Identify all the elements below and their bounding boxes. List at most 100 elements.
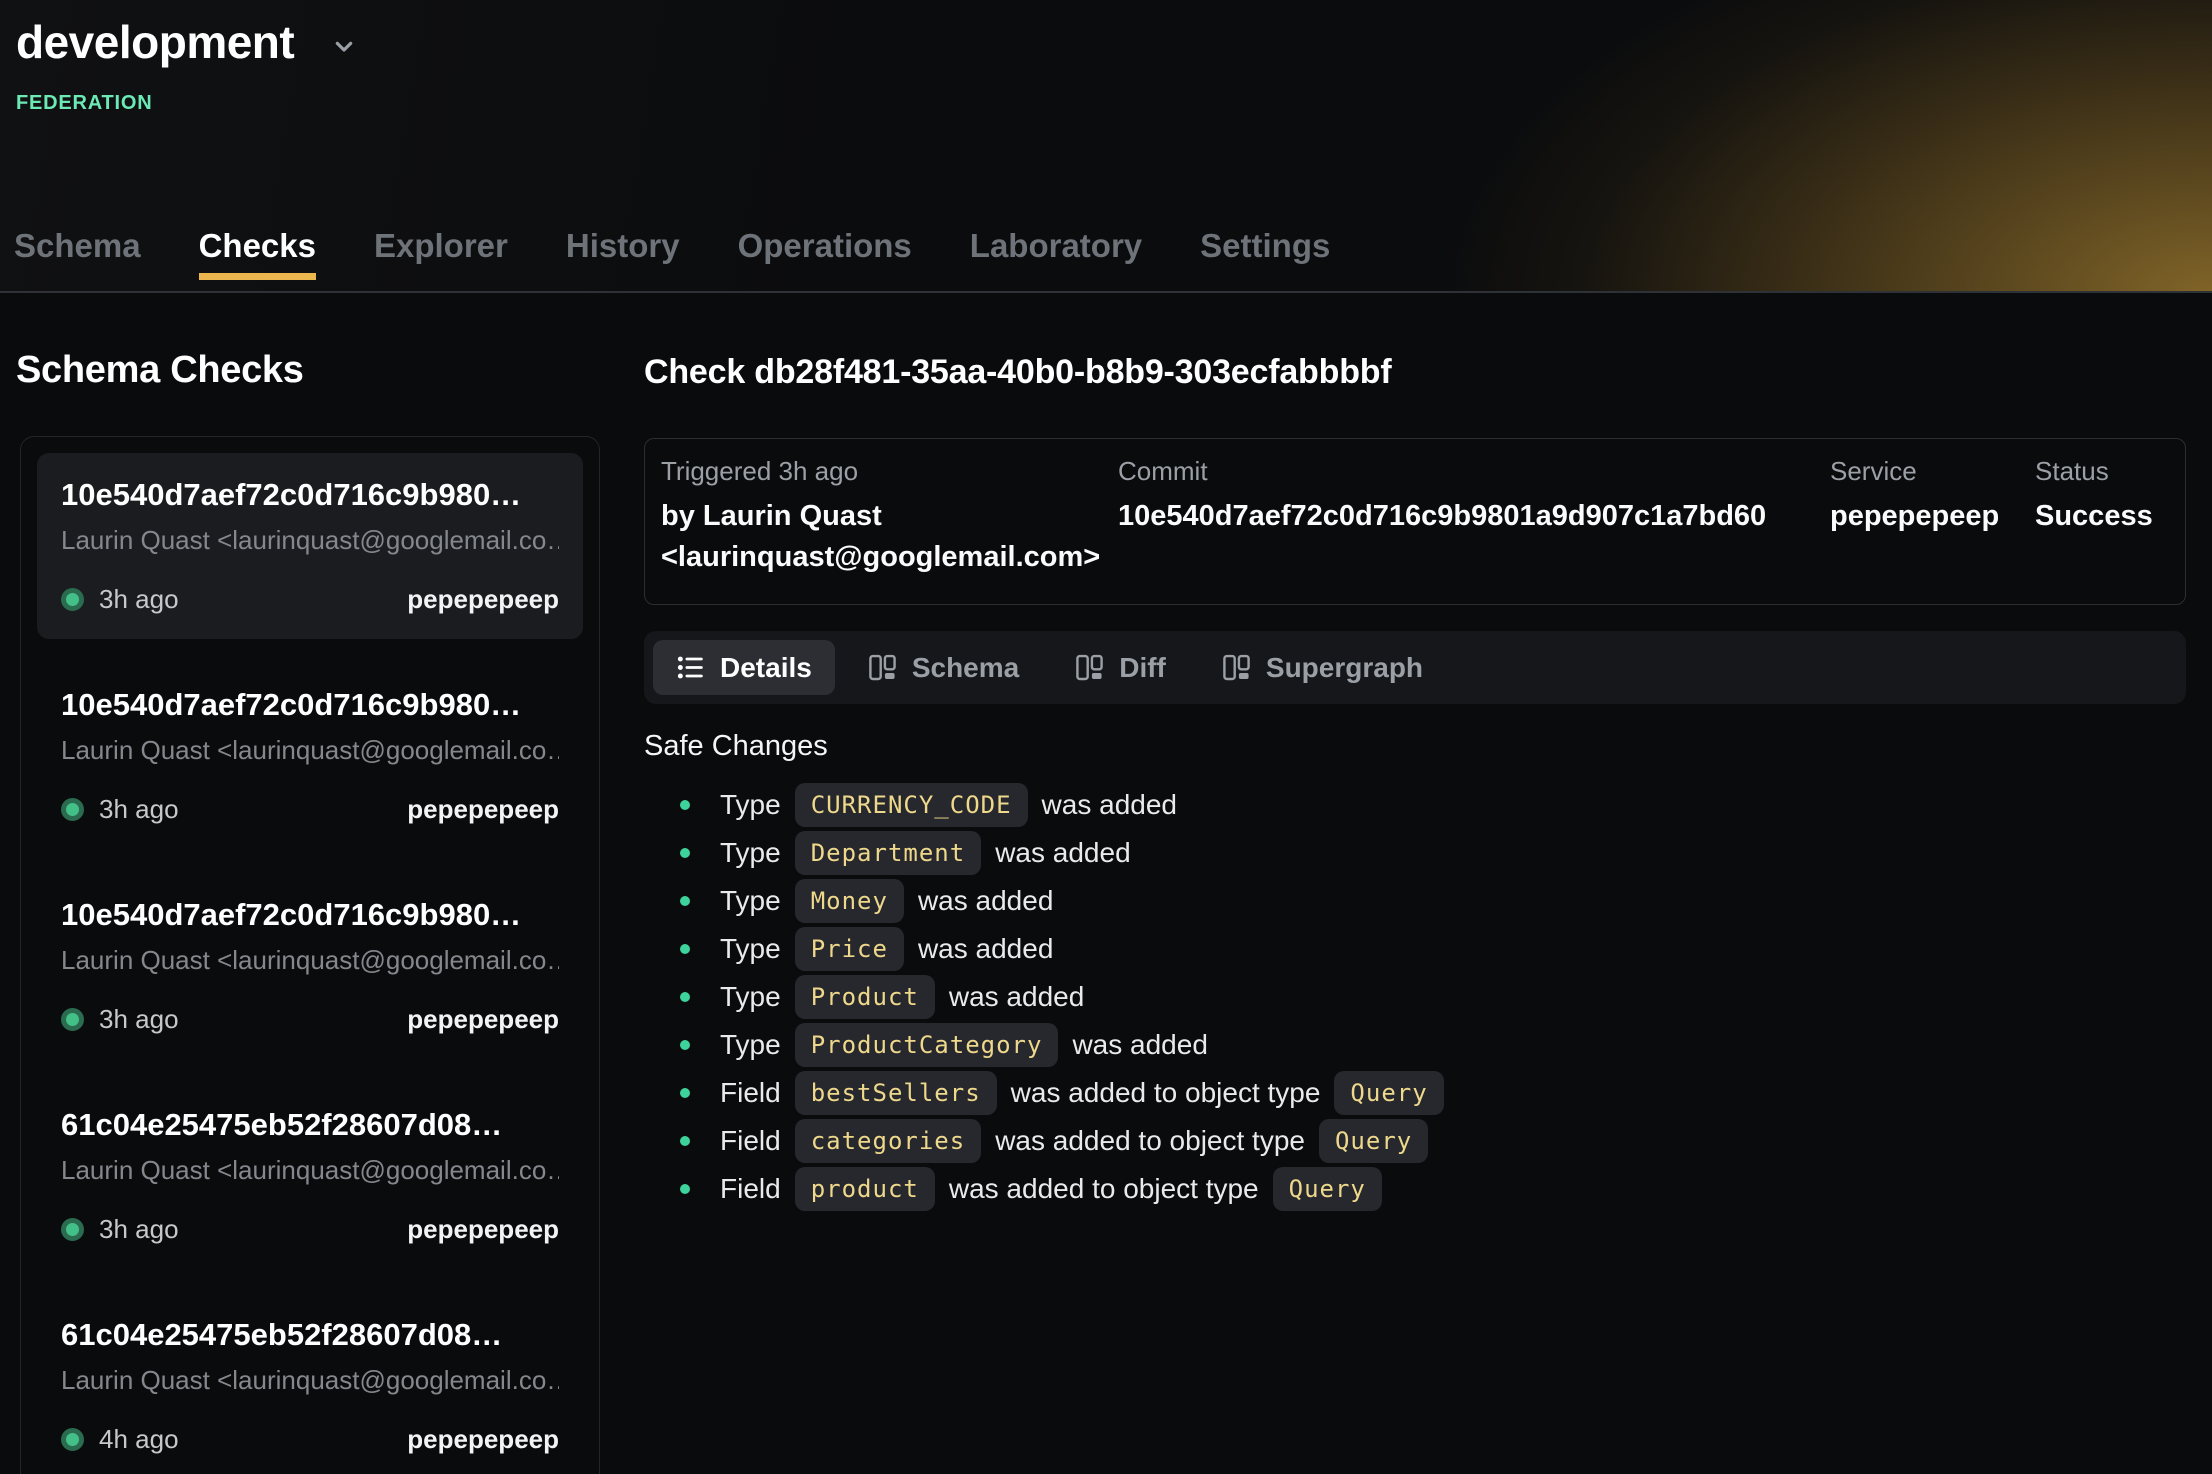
change-kind: Field — [720, 1077, 781, 1109]
safe-change-row: Field bestSellers was added to object ty… — [680, 1069, 2186, 1117]
triggered-label: Triggered 3h ago — [661, 456, 1118, 487]
change-code-badge: Department — [795, 831, 982, 875]
safe-change-row: Type CURRENCY_CODE was added — [680, 781, 2186, 829]
change-suffix: was added — [918, 885, 1053, 917]
project-type-badge: FEDERATION — [16, 92, 2188, 115]
change-kind: Type — [720, 981, 781, 1013]
check-id: 61c04e25475eb52f28607d08… — [61, 1107, 559, 1143]
change-object-type-badge: Query — [1273, 1167, 1382, 1211]
check-time: 3h ago — [61, 794, 179, 825]
bullet-icon — [680, 944, 690, 954]
schema-check-list-item[interactable]: 10e540d7aef72c0d716c9b980… Laurin Quast … — [37, 873, 583, 1059]
change-suffix: was added — [1042, 789, 1177, 821]
check-id: 10e540d7aef72c0d716c9b980… — [61, 477, 559, 513]
bullet-icon — [680, 1040, 690, 1050]
safe-change-row: Type Price was added — [680, 925, 2186, 973]
safe-changes-list: Type CURRENCY_CODE was added Type Depart… — [644, 781, 2186, 1213]
change-code-badge: ProductCategory — [795, 1023, 1059, 1067]
safe-change-row: Type Money was added — [680, 877, 2186, 925]
check-meta-row: 4h ago pepepepeep — [61, 1424, 559, 1455]
check-meta-row: 3h ago pepepepeep — [61, 1214, 559, 1245]
check-id: 10e540d7aef72c0d716c9b980… — [61, 897, 559, 933]
safe-change-row: Field categories was added to object typ… — [680, 1117, 2186, 1165]
change-kind: Type — [720, 885, 781, 917]
change-kind: Type — [720, 1029, 781, 1061]
status-label: Status — [2035, 456, 2169, 487]
nav-tab-schema[interactable]: Schema — [14, 195, 141, 291]
check-detail-panel: Check db28f481-35aa-40b0-b8b9-303ecfabbb… — [644, 293, 2186, 1213]
detail-tab-supergraph[interactable]: Supergraph — [1199, 640, 1446, 695]
project-title: development — [16, 10, 294, 74]
detail-tab-schema[interactable]: Schema — [845, 640, 1042, 695]
status-dot-icon — [61, 588, 84, 611]
nav-tab-history[interactable]: History — [566, 195, 680, 291]
change-kind: Type — [720, 789, 781, 821]
check-service: pepepepeep — [407, 584, 559, 615]
change-suffix: was added — [1072, 1029, 1207, 1061]
meta-triggered: Triggered 3h ago by Laurin Quast <laurin… — [661, 456, 1118, 578]
check-author: Laurin Quast <laurinquast@googlemail.co… — [61, 1365, 559, 1396]
bullet-icon — [680, 1184, 690, 1194]
columns-icon — [1075, 653, 1104, 682]
check-time: 3h ago — [61, 1004, 179, 1035]
schema-check-list-item[interactable]: 61c04e25475eb52f28607d08… Laurin Quast <… — [37, 1293, 583, 1474]
change-object-type-badge: Query — [1334, 1071, 1443, 1115]
schema-check-list-item[interactable]: 61c04e25475eb52f28607d08… Laurin Quast <… — [37, 1083, 583, 1269]
change-kind: Type — [720, 933, 781, 965]
nav-tab-laboratory[interactable]: Laboratory — [970, 195, 1142, 291]
check-meta-box: Triggered 3h ago by Laurin Quast <laurin… — [644, 438, 2186, 605]
check-time: 4h ago — [61, 1424, 179, 1455]
change-code-badge: categories — [795, 1119, 982, 1163]
columns-icon — [1222, 653, 1251, 682]
change-kind: Type — [720, 837, 781, 869]
check-service: pepepepeep — [407, 794, 559, 825]
schema-check-list-item[interactable]: 10e540d7aef72c0d716c9b980… Laurin Quast … — [37, 453, 583, 639]
nav-tab-explorer[interactable]: Explorer — [374, 195, 508, 291]
check-service: pepepepeep — [407, 1004, 559, 1035]
check-author: Laurin Quast <laurinquast@googlemail.co… — [61, 1155, 559, 1186]
schema-checks-title: Schema Checks — [16, 349, 600, 392]
change-kind: Field — [720, 1173, 781, 1205]
meta-service: Service pepepepeep — [1830, 456, 2035, 578]
service-value: pepepepeep — [1830, 496, 2035, 537]
project-header: development FEDERATION Schema Checks Exp… — [0, 0, 2212, 293]
change-code-badge: product — [795, 1167, 935, 1211]
commit-value: 10e540d7aef72c0d716c9b9801a9d907c1a7bd60 — [1118, 496, 1830, 537]
main-content: Schema Checks 10e540d7aef72c0d716c9b980…… — [0, 293, 2212, 1474]
nav-tab-operations[interactable]: Operations — [738, 195, 912, 291]
service-label: Service — [1830, 456, 2035, 487]
check-author: Laurin Quast <laurinquast@googlemail.co… — [61, 525, 559, 556]
check-meta-row: 3h ago pepepepeep — [61, 584, 559, 615]
nav-tab-settings[interactable]: Settings — [1200, 195, 1330, 291]
change-suffix: was added to object type — [1011, 1077, 1321, 1109]
check-meta-row: 3h ago pepepepeep — [61, 1004, 559, 1035]
change-code-badge: Product — [795, 975, 935, 1019]
safe-changes-title: Safe Changes — [644, 730, 2186, 763]
status-dot-icon — [61, 798, 84, 821]
detail-tab-details[interactable]: Details — [653, 640, 835, 695]
status-value: Success — [2035, 496, 2169, 537]
schema-check-list-item[interactable]: 10e540d7aef72c0d716c9b980… Laurin Quast … — [37, 663, 583, 849]
nav-tab-checks[interactable]: Checks — [199, 195, 316, 291]
check-time-label: 3h ago — [99, 1214, 179, 1245]
detail-tab-diff[interactable]: Diff — [1052, 640, 1189, 695]
check-time-label: 3h ago — [99, 1004, 179, 1035]
change-suffix: was added — [995, 837, 1130, 869]
triggered-by-line: by Laurin Quast — [661, 496, 1118, 537]
bullet-icon — [680, 1088, 690, 1098]
check-author: Laurin Quast <laurinquast@googlemail.co… — [61, 735, 559, 766]
status-dot-icon — [61, 1008, 84, 1031]
status-dot-icon — [61, 1218, 84, 1241]
bullet-icon — [680, 896, 690, 906]
schema-checks-list: 10e540d7aef72c0d716c9b980… Laurin Quast … — [20, 436, 600, 1474]
change-suffix: was added to object type — [995, 1125, 1305, 1157]
check-service: pepepepeep — [407, 1214, 559, 1245]
check-id: 61c04e25475eb52f28607d08… — [61, 1317, 559, 1353]
change-suffix: was added — [918, 933, 1053, 965]
chevron-down-icon — [328, 30, 360, 65]
project-switcher-button[interactable] — [324, 26, 364, 69]
change-suffix: was added — [949, 981, 1084, 1013]
bullet-icon — [680, 848, 690, 858]
check-time-label: 3h ago — [99, 584, 179, 615]
check-author: Laurin Quast <laurinquast@googlemail.co… — [61, 945, 559, 976]
